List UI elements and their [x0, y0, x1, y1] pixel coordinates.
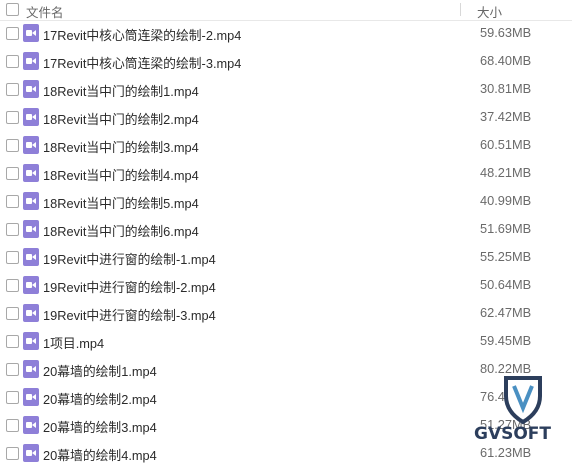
file-name[interactable]: 18Revit当中门的绘制3.mp4 [43, 137, 199, 156]
file-checkbox[interactable] [6, 195, 19, 208]
file-checkbox[interactable] [6, 307, 19, 320]
file-row[interactable]: 18Revit当中门的绘制6.mp4 51.69MB [0, 216, 572, 244]
file-checkbox[interactable] [6, 335, 19, 348]
column-divider[interactable] [460, 3, 461, 16]
file-checkbox[interactable] [6, 251, 19, 264]
file-checkbox[interactable] [6, 223, 19, 236]
file-size: 37.42MB [480, 109, 532, 124]
file-name[interactable]: 1项目.mp4 [43, 333, 104, 352]
select-all-checkbox[interactable] [6, 3, 19, 16]
file-row[interactable]: 18Revit当中门的绘制1.mp4 30.81MB [0, 76, 572, 104]
file-name[interactable]: 20幕墙的绘制4.mp4 [43, 445, 157, 464]
video-file-icon [23, 80, 39, 98]
file-row[interactable]: 18Revit当中门的绘制4.mp4 48.21MB [0, 160, 572, 188]
file-name[interactable]: 20幕墙的绘制2.mp4 [43, 389, 157, 408]
file-name[interactable]: 18Revit当中门的绘制6.mp4 [43, 221, 199, 240]
file-checkbox[interactable] [6, 167, 19, 180]
file-row[interactable]: 18Revit当中门的绘制5.mp4 40.99MB [0, 188, 572, 216]
video-file-icon [23, 24, 39, 42]
file-checkbox[interactable] [6, 391, 19, 404]
video-file-icon [23, 192, 39, 210]
video-file-icon [23, 164, 39, 182]
file-checkbox[interactable] [6, 279, 19, 292]
video-file-icon [23, 220, 39, 238]
video-file-icon [23, 108, 39, 126]
file-size: 76.4 [480, 389, 505, 404]
video-file-icon [23, 416, 39, 434]
file-name[interactable]: 17Revit中核心筒连梁的绘制-3.mp4 [43, 53, 241, 72]
file-size: 80.22MB [480, 361, 532, 376]
file-name[interactable]: 18Revit当中门的绘制5.mp4 [43, 193, 199, 212]
video-file-icon [23, 52, 39, 70]
column-header-size[interactable]: 大小 [477, 2, 502, 21]
file-size: 40.99MB [480, 193, 532, 208]
file-size: 61.23MB [480, 445, 532, 460]
file-size: 55.25MB [480, 249, 532, 264]
video-file-icon [23, 332, 39, 350]
file-name[interactable]: 18Revit当中门的绘制1.mp4 [43, 81, 199, 100]
video-file-icon [23, 360, 39, 378]
file-row[interactable]: 18Revit当中门的绘制2.mp4 37.42MB [0, 104, 572, 132]
file-size: 51.69MB [480, 221, 532, 236]
file-size: 59.63MB [480, 25, 532, 40]
file-size: 48.21MB [480, 165, 532, 180]
file-checkbox[interactable] [6, 83, 19, 96]
file-row[interactable]: 17Revit中核心筒连梁的绘制-3.mp4 68.40MB [0, 48, 572, 76]
file-row[interactable]: 20幕墙的绘制4.mp4 61.23MB [0, 440, 572, 468]
file-name[interactable]: 19Revit中进行窗的绘制-2.mp4 [43, 277, 216, 296]
file-checkbox[interactable] [6, 447, 19, 460]
file-name[interactable]: 19Revit中进行窗的绘制-1.mp4 [43, 249, 216, 268]
file-row[interactable]: 20幕墙的绘制1.mp4 80.22MB [0, 356, 572, 384]
file-size: 68.40MB [480, 53, 532, 68]
file-checkbox[interactable] [6, 55, 19, 68]
file-name[interactable]: 20幕墙的绘制1.mp4 [43, 361, 157, 380]
file-name[interactable]: 18Revit当中门的绘制2.mp4 [43, 109, 199, 128]
file-name[interactable]: 17Revit中核心筒连梁的绘制-2.mp4 [43, 25, 241, 44]
file-row[interactable]: 19Revit中进行窗的绘制-1.mp4 55.25MB [0, 244, 572, 272]
file-size: 60.51MB [480, 137, 532, 152]
file-name[interactable]: 19Revit中进行窗的绘制-3.mp4 [43, 305, 216, 324]
file-size: 59.45MB [480, 333, 532, 348]
file-name[interactable]: 18Revit当中门的绘制4.mp4 [43, 165, 199, 184]
file-checkbox[interactable] [6, 139, 19, 152]
file-name[interactable]: 20幕墙的绘制3.mp4 [43, 417, 157, 436]
video-file-icon [23, 388, 39, 406]
file-checkbox[interactable] [6, 27, 19, 40]
file-row[interactable]: 18Revit当中门的绘制3.mp4 60.51MB [0, 132, 572, 160]
file-size: 50.64MB [480, 277, 532, 292]
video-file-icon [23, 304, 39, 322]
file-row[interactable]: 19Revit中进行窗的绘制-3.mp4 62.47MB [0, 300, 572, 328]
video-file-icon [23, 276, 39, 294]
file-checkbox[interactable] [6, 419, 19, 432]
file-row[interactable]: 17Revit中核心筒连梁的绘制-2.mp4 59.63MB [0, 20, 572, 48]
file-size: 51.27MB [480, 417, 532, 432]
file-row[interactable]: 20幕墙的绘制2.mp4 76.4 [0, 384, 572, 412]
column-header-name[interactable]: 文件名 [26, 2, 64, 21]
file-row[interactable]: 20幕墙的绘制3.mp4 51.27MB [0, 412, 572, 440]
file-list: 17Revit中核心筒连梁的绘制-2.mp4 59.63MB 17Revit中核心筒… [0, 20, 572, 468]
video-file-icon [23, 248, 39, 266]
video-file-icon [23, 136, 39, 154]
video-file-icon [23, 444, 39, 462]
file-size: 62.47MB [480, 305, 532, 320]
file-list-header: 文件名 大小 [0, 0, 572, 21]
file-checkbox[interactable] [6, 363, 19, 376]
file-size: 30.81MB [480, 81, 532, 96]
file-row[interactable]: 1项目.mp4 59.45MB [0, 328, 572, 356]
file-row[interactable]: 19Revit中进行窗的绘制-2.mp4 50.64MB [0, 272, 572, 300]
file-checkbox[interactable] [6, 111, 19, 124]
